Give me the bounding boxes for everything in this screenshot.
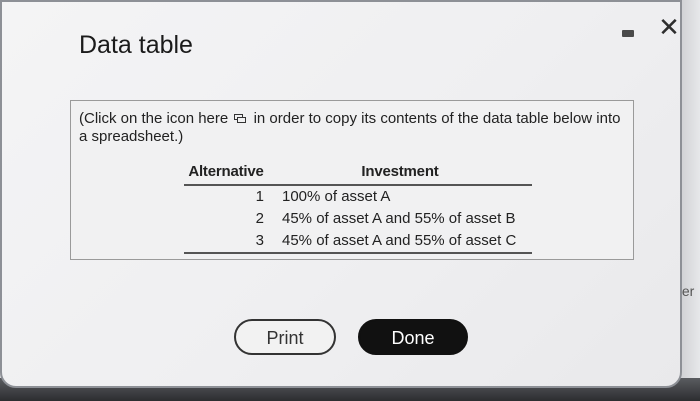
background-window	[680, 0, 700, 401]
copy-instructions: (Click on the icon here in order to copy…	[79, 110, 627, 146]
investment-cell: 45% of asset A and 55% of asset B	[282, 210, 516, 227]
data-table-dialog: Data table ✕ (Click on the icon here in …	[0, 0, 682, 388]
minimize-icon[interactable]	[622, 30, 634, 37]
alternative-cell: 2	[255, 210, 264, 227]
done-button[interactable]: Done	[358, 319, 468, 355]
table-row: 1 100% of asset A	[184, 185, 532, 208]
column-header-alternative: Alternative	[184, 159, 268, 186]
investment-cell: 45% of asset A and 55% of asset C	[268, 230, 532, 254]
table-header-row: Alternative Investment	[184, 159, 532, 186]
data-table: Alternative Investment 1 100% of asset A…	[184, 159, 532, 254]
investment-cell: 100% of asset A	[282, 188, 391, 205]
hint-text-before: (Click on the icon here	[79, 110, 229, 127]
column-header-investment: Investment	[268, 159, 532, 186]
dialog-title: Data table	[79, 31, 193, 59]
alternative-cell: 3	[184, 230, 268, 254]
alternative-cell: 1	[255, 188, 264, 205]
print-button[interactable]: Print	[234, 319, 336, 355]
table-row: 2 45% of asset A and 55% of asset B	[184, 208, 532, 230]
copy-icon[interactable]	[234, 111, 247, 123]
data-panel: (Click on the icon here in order to copy…	[70, 100, 634, 260]
close-icon[interactable]: ✕	[656, 14, 682, 40]
table-row: 3 45% of asset A and 55% of asset C	[184, 230, 532, 254]
